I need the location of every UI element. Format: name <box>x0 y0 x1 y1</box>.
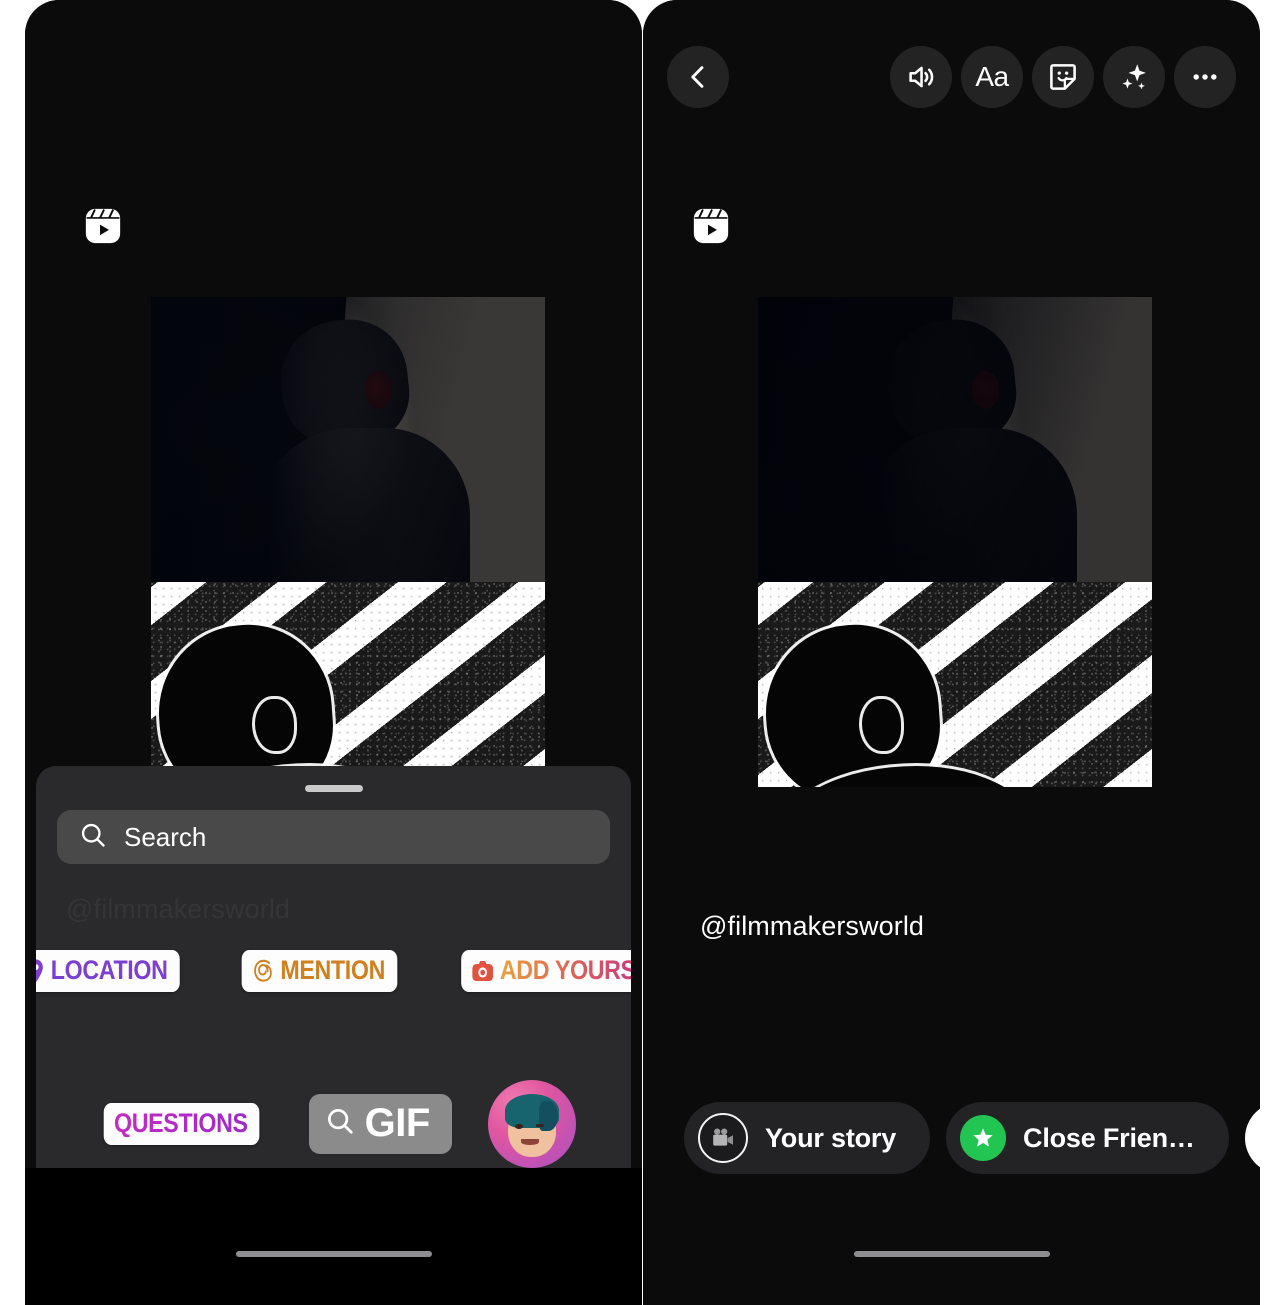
story-photo-portrait <box>151 297 545 582</box>
sticker-smiley-icon <box>1047 61 1079 93</box>
more-horizontal-icon <box>1189 61 1221 93</box>
text-button[interactable]: Aa <box>961 46 1023 108</box>
back-button[interactable] <box>667 46 729 108</box>
story-photo-stripes <box>758 582 1152 787</box>
search-icon <box>325 1103 355 1143</box>
sticker-button[interactable] <box>1032 46 1094 108</box>
sticker-gif-button[interactable]: GIF <box>309 1094 452 1154</box>
close-friends-label: Close Frien… <box>1023 1123 1195 1154</box>
at-mention-icon <box>252 958 274 984</box>
sticker-add-yours-label: ADD YOURS <box>500 957 631 984</box>
your-story-label: Your story <box>765 1123 896 1154</box>
story-photo-portrait <box>758 297 1152 582</box>
reels-icon <box>690 205 732 252</box>
sparkles-icon <box>1118 61 1150 93</box>
right-story-screen: Aa <box>643 0 1260 1305</box>
sticker-add-yours-button[interactable]: ADD YOURS <box>461 950 631 992</box>
sticker-mention-label: MENTION <box>280 957 385 984</box>
home-indicator <box>854 1251 1050 1257</box>
sticker-location-label: LOCATION <box>51 957 168 984</box>
location-pin-icon <box>36 958 45 984</box>
avatar-sticker-icon[interactable] <box>488 1080 576 1168</box>
sticker-questions-label: QUESTIONS <box>114 1110 248 1137</box>
sticker-mention-button[interactable]: MENTION <box>242 950 397 992</box>
bottom-black-cutoff <box>25 1168 642 1305</box>
share-bar: Your story Close Frien… <box>684 1102 1226 1174</box>
text-icon: Aa <box>975 63 1008 91</box>
sound-button[interactable] <box>890 46 952 108</box>
story-caption-ghost: @filmmakersworld <box>66 894 290 925</box>
camera-icon <box>471 960 493 982</box>
sticker-row-1: LOCATION MENTION <box>36 950 631 992</box>
search-icon <box>79 821 107 854</box>
speaker-icon <box>905 61 937 93</box>
close-friends-button[interactable]: Close Frien… <box>946 1102 1229 1174</box>
story-media-stack[interactable] <box>151 297 545 787</box>
sticker-search-input[interactable]: Search <box>124 822 206 853</box>
story-photo-stripes <box>151 582 545 787</box>
film-camera-avatar-icon <box>698 1113 748 1163</box>
green-star-icon <box>960 1115 1006 1161</box>
toolbar-actions: Aa <box>890 46 1236 108</box>
screenshot-stage: @filmmakersworld Search <box>0 0 1269 1305</box>
effects-button[interactable] <box>1103 46 1165 108</box>
story-caption-text[interactable]: @filmmakersworld <box>700 911 924 942</box>
reels-icon <box>82 205 124 252</box>
right-phone-frame: Aa <box>643 0 1260 1305</box>
sticker-gif-label: GIF <box>365 1103 430 1143</box>
sticker-location-button[interactable]: LOCATION <box>36 950 180 992</box>
story-media-stack[interactable] <box>758 297 1152 787</box>
sticker-questions-button[interactable]: QUESTIONS <box>104 1103 260 1145</box>
sticker-search-bar[interactable]: Search <box>57 810 610 864</box>
sheet-drag-handle[interactable] <box>305 785 363 792</box>
story-toolbar: Aa <box>643 46 1260 108</box>
your-story-button[interactable]: Your story <box>684 1102 930 1174</box>
home-indicator <box>236 1251 432 1257</box>
more-button[interactable] <box>1174 46 1236 108</box>
next-button[interactable] <box>1245 1102 1260 1174</box>
sticker-row-2: QUESTIONS GIF <box>36 1080 631 1168</box>
left-phone-frame: @filmmakersworld Search <box>25 0 642 1305</box>
chevron-left-icon <box>683 62 713 92</box>
left-story-screen: @filmmakersworld Search <box>25 0 642 1305</box>
